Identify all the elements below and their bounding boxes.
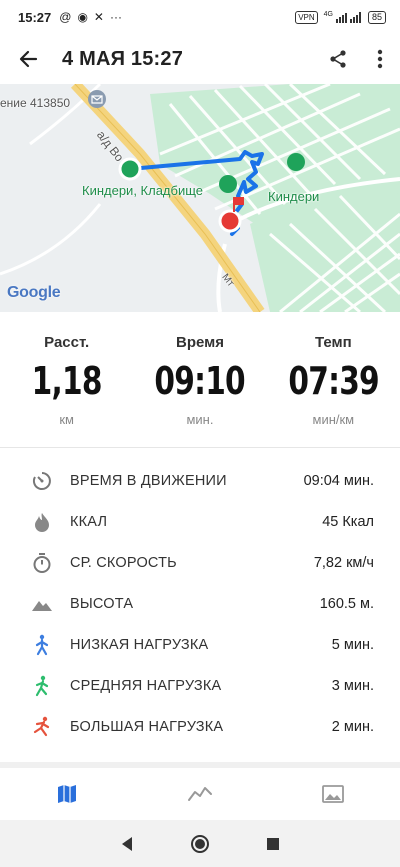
share-icon — [330, 50, 346, 68]
bottom-tabs — [0, 768, 400, 820]
image-icon — [322, 785, 345, 803]
park-label: Киндери — [268, 189, 320, 204]
stat-pace: Темп 07:39 мин/км — [267, 320, 400, 446]
mountain-icon — [30, 592, 54, 616]
vpn-icon: VPN — [295, 10, 318, 24]
stat-value: 07:39 — [288, 359, 379, 403]
list-item: НИЗКАЯ НАГРУЗКА 5 мин. — [0, 624, 400, 665]
post-office-label: ение 413850 — [0, 96, 71, 110]
stopwatch-icon — [30, 551, 54, 575]
notification-icons: @ ◉ ✕ ··· — [59, 10, 122, 24]
share-button[interactable] — [316, 34, 360, 84]
runner-high-icon — [30, 715, 54, 739]
list-item: СРЕДНЯЯ НАГРУЗКА 3 мин. — [0, 665, 400, 706]
detail-label: НИЗКАЯ НАГРУЗКА — [70, 636, 209, 653]
stat-distance: Расст. 1,18 км — [0, 320, 133, 446]
list-item: БОЛЬШАЯ НАГРУЗКА 2 мин. — [0, 706, 400, 747]
list-item: ВРЕМЯ В ДВИЖЕНИИ 09:04 мин. — [0, 460, 400, 501]
stat-unit: мин/км — [312, 412, 355, 427]
battery-icon: 85 — [367, 10, 386, 24]
chrome-icon: ◉ — [77, 10, 88, 24]
at-icon: @ — [59, 10, 72, 24]
tab-map[interactable] — [0, 768, 133, 820]
list-item: СР. СКОРОСТЬ 7,82 км/ч — [0, 542, 400, 583]
status-time: 15:27 — [18, 9, 52, 25]
detail-label: ККАЛ — [70, 513, 108, 530]
list-item: ККАЛ 45 Ккал — [0, 501, 400, 542]
signal-icon: 4G — [324, 11, 362, 23]
stat-unit: мин. — [186, 412, 214, 427]
more-options-button[interactable] — [360, 34, 400, 84]
tab-chart[interactable] — [133, 768, 266, 820]
google-logo: Google — [7, 284, 61, 301]
arrow-back-icon — [19, 50, 38, 68]
detail-value: 09:04 мин. — [303, 472, 374, 489]
detail-value: 2 мин. — [331, 718, 374, 735]
app-bar: 4 МАЯ 15:27 — [0, 34, 400, 84]
detail-label: ВРЕМЯ В ДВИЖЕНИИ — [70, 472, 227, 489]
system-nav-bar — [0, 820, 400, 867]
route-map[interactable]: ение 413850 а/д Во Киндери, Кладбище Кин… — [0, 84, 400, 312]
stat-label: Расст. — [44, 334, 90, 351]
page-title: 4 МАЯ 15:27 — [62, 47, 184, 70]
network-type: 4G — [323, 11, 333, 18]
stat-value: 1,18 — [31, 359, 103, 403]
detail-label: БОЛЬШАЯ НАГРУЗКА — [70, 718, 224, 735]
walker-medium-icon — [30, 674, 54, 698]
more-notifications-icon: ··· — [109, 10, 122, 24]
stat-time: Время 09:10 мин. — [133, 320, 266, 446]
square-recents-icon — [267, 837, 280, 850]
detail-value: 45 Ккал — [322, 513, 374, 530]
status-bar: 15:27 @ ◉ ✕ ··· VPN 4G 85 — [0, 0, 400, 34]
summary-stats: Расст. 1,18 км Время 09:10 мин. Темп 07:… — [0, 320, 400, 446]
app-icon: ✕ — [93, 10, 104, 24]
circle-home-icon — [190, 834, 209, 853]
chart-line-icon — [187, 787, 212, 801]
divider — [0, 447, 400, 448]
back-button[interactable] — [0, 34, 56, 84]
map-canvas — [0, 84, 400, 312]
stat-label: Темп — [314, 334, 352, 351]
stat-value: 09:10 — [154, 359, 246, 403]
detail-label: ВЫСОТА — [70, 595, 134, 612]
tab-photos[interactable] — [267, 768, 400, 820]
detail-label: СРЕДНЯЯ НАГРУЗКА — [70, 677, 222, 694]
detail-label: СР. СКОРОСТЬ — [70, 554, 177, 571]
details-list: ВРЕМЯ В ДВИЖЕНИИ 09:04 мин. ККАЛ 45 Ккал… — [0, 460, 400, 747]
flame-icon — [30, 510, 54, 534]
nav-recents-button[interactable] — [253, 824, 293, 864]
detail-value: 160.5 м. — [319, 595, 374, 612]
cemetery-label: Киндери, Кладбище — [82, 183, 204, 198]
detail-value: 5 мин. — [331, 636, 374, 653]
stat-label: Время — [175, 334, 224, 351]
moving-time-icon — [30, 469, 54, 493]
walker-low-icon — [30, 633, 54, 657]
list-item: ВЫСОТА 160.5 м. — [0, 583, 400, 624]
stat-unit: км — [59, 412, 74, 427]
map-icon — [57, 785, 76, 803]
more-vert-icon — [377, 49, 383, 69]
nav-back-button[interactable] — [107, 824, 147, 864]
nav-home-button[interactable] — [180, 824, 220, 864]
detail-value: 7,82 км/ч — [313, 554, 374, 571]
triangle-back-icon — [121, 836, 132, 851]
detail-value: 3 мин. — [331, 677, 374, 694]
